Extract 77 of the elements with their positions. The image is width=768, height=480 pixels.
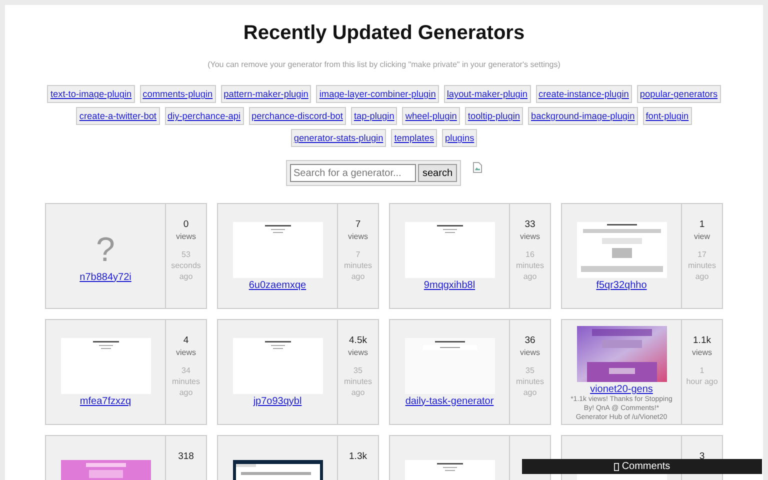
tag-link[interactable]: comments-plugin — [142, 89, 213, 99]
generator-link[interactable]: mfea7fzxzq — [80, 396, 132, 406]
views-label: views — [348, 348, 368, 357]
age-value: 34 — [180, 365, 192, 376]
tag-link[interactable]: popular-generators — [640, 89, 718, 99]
view-count: 4.5k — [349, 335, 367, 346]
age-unit: ago — [350, 271, 366, 282]
comments-bar[interactable]: Comments — [522, 459, 762, 474]
hint-text: (You can remove your generator from this list by clicking "make private" in your generator's settings) — [206, 60, 562, 69]
view-count: 3 — [699, 451, 705, 462]
age-unit: minutes — [516, 376, 544, 387]
age-unit: ago — [178, 271, 194, 282]
age-unit: minutes — [172, 376, 200, 387]
tag-link[interactable]: create-a-twitter-bot — [79, 111, 156, 121]
generator-link[interactable]: 9mqgxihb8l — [424, 280, 476, 290]
tag-link[interactable]: generator-stats-plugin — [294, 133, 384, 143]
view-count: 0 — [183, 219, 189, 230]
views-label: views — [520, 232, 540, 241]
view-count: 7 — [355, 219, 361, 230]
comments-label: Comments — [622, 461, 670, 472]
age-unit: minutes — [516, 260, 544, 271]
tag-link[interactable]: text-to-image-plugin — [50, 89, 132, 99]
age-value: 7 — [354, 249, 362, 260]
age-unit: ago — [522, 387, 538, 398]
age-unit: hour ago — [686, 376, 718, 387]
view-count: 1.1k — [693, 335, 711, 346]
age-value: 53 — [180, 249, 192, 260]
generator-link[interactable]: 6u0zaemxqe — [248, 280, 306, 290]
age-value: 1 — [698, 365, 706, 376]
page-title: Recently Updated Generators — [242, 21, 526, 46]
age-unit: minutes — [344, 260, 372, 271]
view-count: 318 — [178, 451, 194, 462]
views-label: views — [520, 348, 540, 357]
tag-link[interactable]: pattern-maker-plugin — [224, 89, 308, 99]
tag-link[interactable]: plugins — [445, 133, 474, 143]
broken-image-icon — [472, 162, 482, 173]
tag-link[interactable]: tooltip-plugin — [468, 111, 520, 121]
tag-link[interactable]: diy-perchance-api — [168, 111, 241, 121]
tag-link[interactable]: layout-maker-plugin — [446, 89, 528, 99]
tag-link[interactable]: create-instance-plugin — [538, 89, 629, 99]
view-count: 1.3k — [349, 451, 367, 462]
search-button[interactable]: search — [418, 164, 456, 182]
generator-link[interactable]: daily-task-generator — [405, 396, 494, 406]
placeholder-mark: ? — [96, 230, 115, 270]
tag-link[interactable]: tap-plugin — [354, 111, 394, 121]
age-value: 35 — [352, 365, 364, 376]
age-unit: ago — [350, 387, 366, 398]
age-value: 35 — [524, 365, 536, 376]
age-unit: ago — [694, 271, 710, 282]
generator-link[interactable]: n7b884y72i — [80, 272, 132, 282]
generator-link[interactable]: jp7o93qybl — [253, 396, 302, 406]
tag-link[interactable]: font-plugin — [646, 111, 689, 121]
views-label: views — [176, 348, 196, 357]
age-value: 17 — [696, 249, 708, 260]
generator-link[interactable]: vionet20-gens — [590, 384, 653, 395]
generator-link[interactable]: f5qr32qhho — [596, 280, 647, 290]
views-label: views — [176, 232, 196, 241]
search-field[interactable]: Search for a generator... — [290, 164, 416, 182]
views-label: views — [348, 232, 368, 241]
view-count: 4 — [183, 335, 189, 346]
view-count: 33 — [524, 219, 536, 230]
age-value: 16 — [524, 249, 536, 260]
age-unit: ago — [178, 387, 194, 398]
age-unit: ago — [522, 271, 538, 282]
view-count: 36 — [524, 335, 536, 346]
tag-link[interactable]: image-layer-combiner-plugin — [319, 89, 436, 99]
age-unit: minutes — [344, 376, 372, 387]
age-unit: minutes — [688, 260, 716, 271]
tag-link[interactable]: perchance-discord-bot — [252, 111, 343, 121]
views-label: view — [694, 232, 710, 241]
view-count: 1 — [699, 219, 705, 230]
views-label: views — [692, 348, 712, 357]
age-unit: seconds — [171, 260, 201, 271]
tag-link[interactable]: templates — [394, 133, 434, 143]
comment-icon — [614, 462, 619, 470]
tag-link[interactable]: wheel-plugin — [405, 111, 457, 121]
tag-link[interactable]: background-image-plugin — [531, 111, 635, 121]
